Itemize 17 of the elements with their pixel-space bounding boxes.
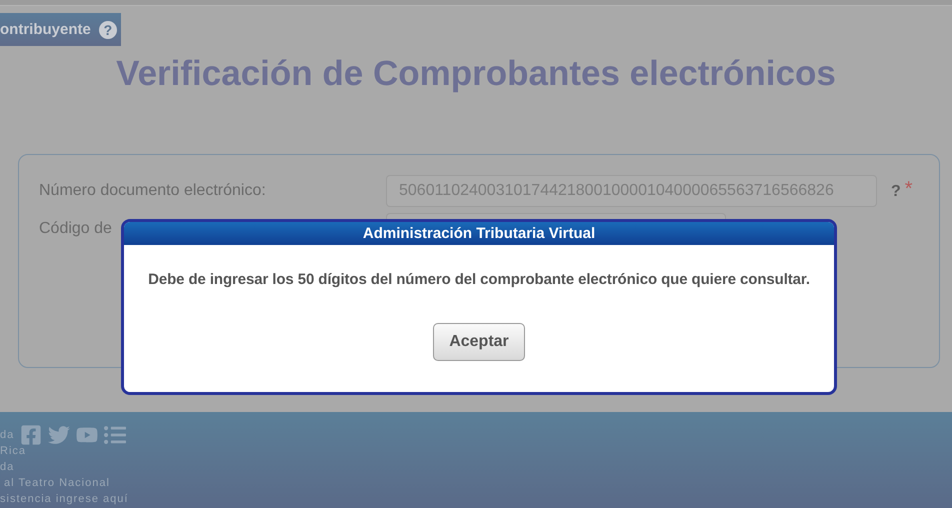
accept-button[interactable]: Aceptar [433, 323, 525, 361]
dialog-message: Debe de ingresar los 50 dígitos del número del comprobante electrónico que quiere consultar. [148, 271, 810, 288]
contributor-tab[interactable]: ontribuyente ? [0, 13, 121, 46]
footer-text[interactable]: sistencia ingrese aquí [0, 493, 128, 505]
facebook-icon[interactable] [20, 424, 42, 446]
footer-text: da [0, 461, 14, 473]
footer-text: al Teatro Nacional [3, 477, 110, 489]
twitter-icon[interactable] [48, 424, 70, 446]
help-mark[interactable]: ? [891, 175, 901, 201]
footer-text: da [0, 429, 14, 441]
dialog-title: Administración Tributaria Virtual [124, 222, 834, 245]
field-label: Número documento electrónico: [39, 181, 267, 200]
footer-text: Rica [0, 445, 26, 457]
page-title: Verificación de Comprobantes electrónicos [115, 54, 837, 94]
help-icon[interactable]: ? [98, 20, 117, 38]
required-mark: * [904, 177, 913, 201]
list-icon[interactable] [104, 424, 126, 446]
